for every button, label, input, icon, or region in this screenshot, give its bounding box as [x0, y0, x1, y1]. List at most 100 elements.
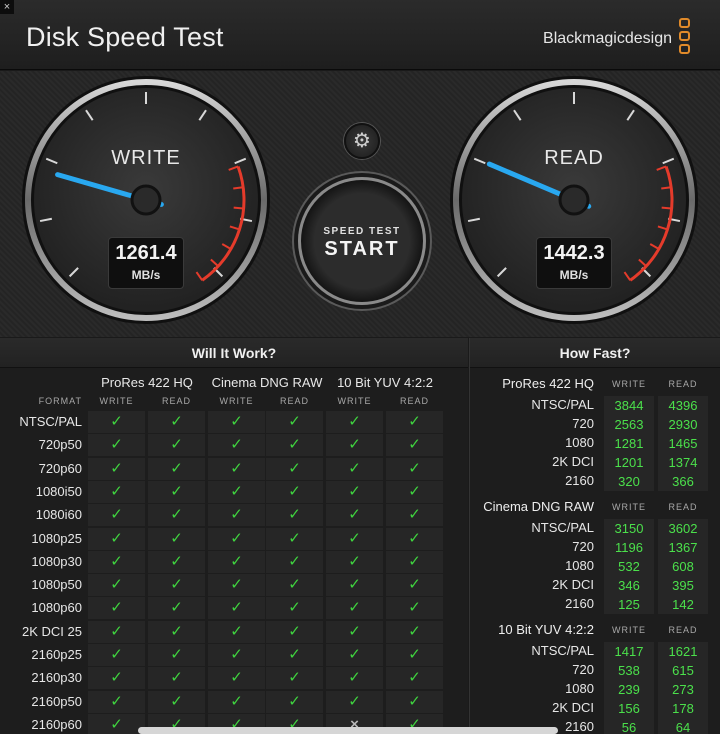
- close-button[interactable]: ×: [0, 0, 14, 14]
- write-unit: MB/s: [131, 268, 161, 282]
- check-icon: ✓: [266, 457, 323, 480]
- settings-button[interactable]: ⚙: [344, 123, 380, 159]
- hf-format: 720: [572, 539, 594, 554]
- check-icon: ✓: [386, 690, 443, 713]
- check-icon: ✓: [88, 411, 145, 433]
- gauge-redzone-tick: [661, 186, 672, 190]
- check-icon: ✓: [266, 620, 323, 643]
- wiw-format: 2160p60: [31, 716, 82, 732]
- wiw-format: 1080i60: [35, 507, 82, 523]
- wiw-format: 2160p30: [31, 670, 82, 686]
- wiw-format: 1080p25: [31, 530, 82, 546]
- brand-name: Blackmagicdesign: [543, 30, 672, 47]
- wiw-format: 720p50: [38, 437, 82, 453]
- hf-format: 720: [572, 416, 594, 431]
- title-bar: × Disk Speed Test Blackmagicdesign: [0, 0, 720, 70]
- hf-format: NTSC/PAL: [531, 520, 594, 535]
- check-icon: ✓: [88, 620, 145, 643]
- start-button-caption: SPEED TEST: [323, 226, 401, 237]
- check-icon: ✓: [326, 504, 383, 527]
- check-icon: ✓: [88, 550, 145, 573]
- check-icon: ✓: [266, 527, 323, 550]
- check-icon: ✓: [386, 667, 443, 690]
- check-icon: ✓: [208, 457, 265, 480]
- will-it-work-panel: Will It Work? ProRes 422 HQ Cinema DNG RA…: [0, 338, 468, 734]
- hf-write-header: WRITE: [612, 379, 646, 389]
- hf-format: 2160: [565, 473, 594, 488]
- wiw-group-0: ProRes 422 HQ: [101, 375, 193, 390]
- check-icon: ✓: [88, 667, 145, 690]
- gauge-redzone-tick: [233, 186, 244, 190]
- hf-group-1: Cinema DNG RAW: [483, 499, 594, 514]
- hf-write-value: 156: [604, 699, 654, 718]
- gauge-area: WRITE 1261.4 MB/s READ 1442.3 MB/s ⚙ SPE…: [0, 71, 720, 337]
- start-button-label: START: [324, 238, 400, 260]
- read-unit: MB/s: [559, 268, 589, 282]
- gear-icon: ⚙: [353, 130, 371, 152]
- hf-write-value: 2563: [604, 415, 654, 434]
- wiw-format: 1080p50: [31, 577, 82, 593]
- brand-logo-icon: [679, 18, 692, 58]
- app-title: Disk Speed Test: [26, 22, 224, 52]
- wiw-col-header: READ: [279, 396, 309, 406]
- check-icon: ✓: [386, 597, 443, 620]
- hf-format: 1080: [565, 558, 594, 573]
- check-icon: ✓: [88, 644, 145, 666]
- wiw-col-header: READ: [399, 396, 429, 406]
- check-icon: ✓: [88, 690, 145, 713]
- check-icon: ✓: [386, 504, 443, 527]
- hf-write-header: WRITE: [612, 625, 646, 635]
- hf-write-value: 125: [604, 595, 654, 614]
- check-icon: ✓: [266, 411, 323, 433]
- hf-write-value: 239: [604, 680, 654, 699]
- wiw-format: 1080p60: [31, 600, 82, 616]
- hf-format: 720: [572, 662, 594, 677]
- check-icon: ✓: [208, 620, 265, 643]
- check-icon: ✓: [326, 597, 383, 620]
- check-icon: ✓: [88, 527, 145, 550]
- hf-read-value: 4396: [658, 396, 708, 415]
- check-icon: ✓: [266, 550, 323, 573]
- hf-write-value: 320: [604, 472, 654, 491]
- hf-read-value: 178: [658, 699, 708, 718]
- hf-format: NTSC/PAL: [531, 643, 594, 658]
- check-icon: ✓: [208, 574, 265, 597]
- check-icon: ✓: [326, 480, 383, 503]
- check-icon: ✓: [386, 411, 443, 433]
- horizontal-scrollbar[interactable]: [138, 727, 558, 734]
- check-icon: ✓: [208, 644, 265, 666]
- check-icon: ✓: [148, 480, 205, 503]
- wiw-format: 2K DCI 25: [22, 623, 82, 639]
- hf-write-value: 1417: [604, 642, 654, 661]
- hf-read-value: 1367: [658, 538, 708, 557]
- check-icon: ✓: [148, 574, 205, 597]
- wiw-format: 1080p30: [31, 553, 82, 569]
- gauge-redzone-tick: [661, 206, 672, 210]
- start-button[interactable]: SPEED TEST START: [298, 177, 426, 305]
- hf-read-value: 3602: [658, 519, 708, 538]
- hf-read-value: 64: [658, 718, 708, 734]
- check-icon: ✓: [208, 597, 265, 620]
- hf-write-value: 538: [604, 661, 654, 680]
- wiw-col-header: WRITE: [337, 396, 372, 406]
- hf-format: 1080: [565, 681, 594, 696]
- check-icon: ✓: [208, 690, 265, 713]
- check-icon: ✓: [148, 527, 205, 550]
- check-icon: ✓: [148, 550, 205, 573]
- hf-read-value: 1465: [658, 434, 708, 453]
- check-icon: ✓: [148, 504, 205, 527]
- wiw-group-1: Cinema DNG RAW: [211, 375, 323, 390]
- write-readout: 1261.4 MB/s: [108, 237, 184, 289]
- check-icon: ✓: [148, 457, 205, 480]
- wiw-format: 2160p50: [31, 693, 82, 709]
- check-icon: ✓: [88, 504, 145, 527]
- check-icon: ✓: [326, 434, 383, 457]
- hf-format: 2160: [565, 719, 594, 734]
- wiw-col-header: WRITE: [99, 396, 134, 406]
- hf-read-value: 273: [658, 680, 708, 699]
- wiw-col-header: WRITE: [219, 396, 254, 406]
- hf-format: 2K DCI: [552, 700, 594, 715]
- gauge-redzone-tick: [233, 206, 244, 210]
- hf-read-value: 142: [658, 595, 708, 614]
- check-icon: ✓: [208, 504, 265, 527]
